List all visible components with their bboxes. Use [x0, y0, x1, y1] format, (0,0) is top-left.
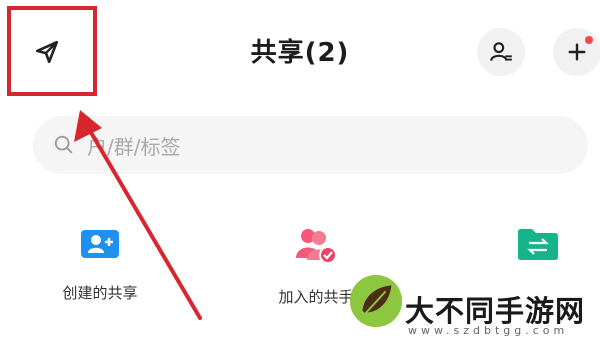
folder-swap-icon	[518, 229, 558, 260]
search-placeholder: 户/群/标签	[87, 134, 181, 159]
add-button[interactable]	[553, 28, 600, 76]
search-icon	[54, 135, 73, 154]
watermark: 大不同手游网 www.szdbtgg.com	[345, 274, 600, 340]
contacts-button[interactable]	[477, 28, 525, 76]
notification-dot	[585, 36, 593, 44]
category-created-shares[interactable]: 创建的共享	[20, 226, 180, 303]
watermark-url: www.szdbtgg.com	[408, 324, 569, 337]
users-check-icon	[296, 229, 337, 264]
leaf-logo-icon	[349, 274, 403, 328]
add-icon	[568, 43, 586, 61]
contacts-icon	[490, 42, 512, 61]
search-bar[interactable]: 户/群/标签	[33, 116, 588, 174]
add-user-card-icon	[81, 230, 119, 258]
category-shared-files[interactable]	[458, 226, 600, 282]
category-label: 创建的共享	[62, 284, 138, 302]
header-bar: 共享(2)	[0, 0, 600, 105]
